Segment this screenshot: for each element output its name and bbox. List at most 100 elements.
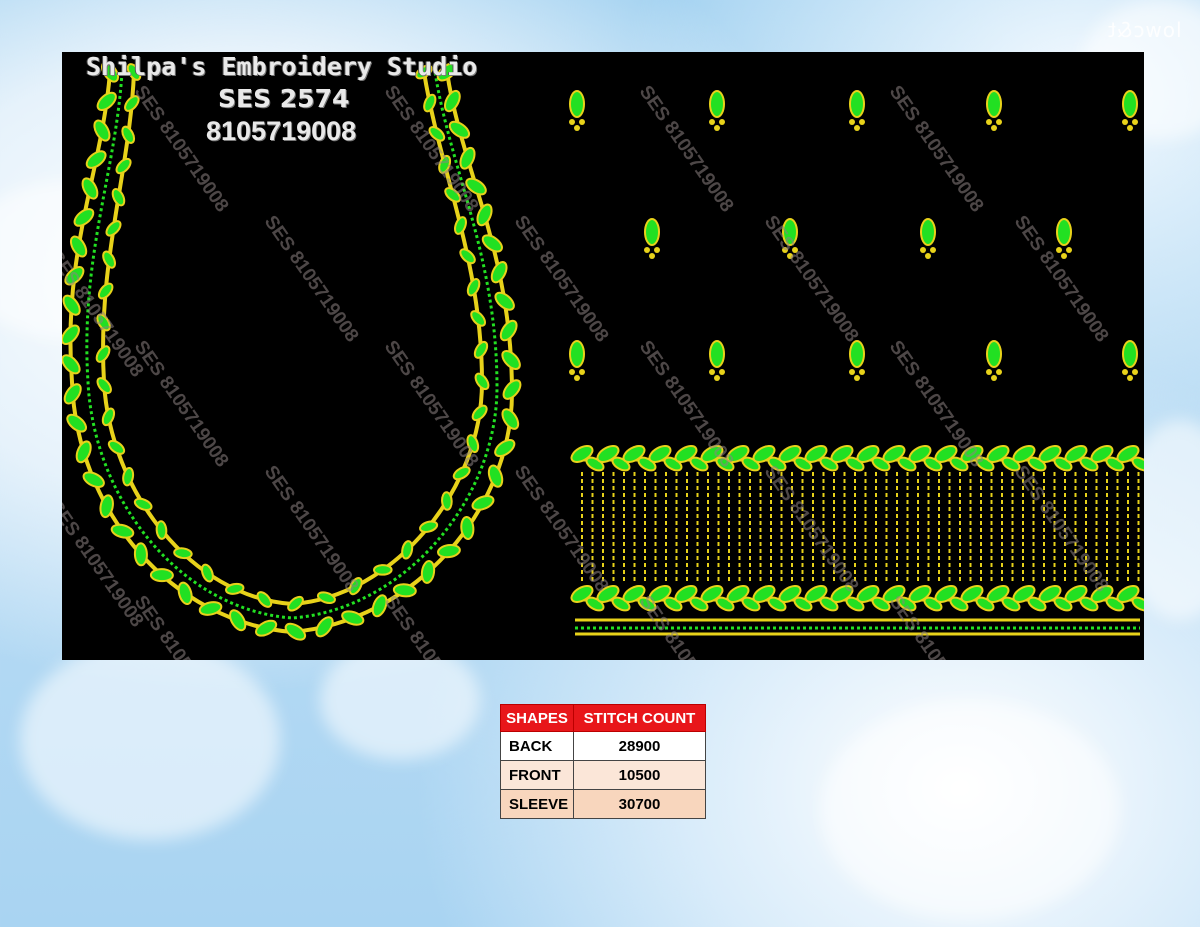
leaf-motif	[255, 619, 278, 637]
butta-dot	[1132, 119, 1138, 125]
leaf-motif	[473, 340, 489, 359]
leaf-motif	[75, 440, 92, 464]
design-code: SES 2574	[218, 84, 350, 113]
leaf-motif	[470, 310, 487, 327]
butta-motif	[986, 340, 1002, 368]
butta-dot	[991, 375, 997, 381]
butta-dot	[1122, 369, 1128, 375]
butta-dot	[579, 369, 585, 375]
butta-dot	[709, 369, 715, 375]
butta-dot	[649, 253, 655, 259]
leaf-motif	[372, 564, 393, 576]
leaf-motif	[499, 319, 518, 342]
leaf-motif	[133, 497, 153, 511]
butta-motif	[849, 340, 865, 368]
butta-dot	[854, 375, 860, 381]
butta-motif	[569, 340, 585, 368]
butta-motif	[920, 218, 936, 246]
leaf-motif	[481, 234, 503, 253]
butta-dot	[719, 369, 725, 375]
leaf-motif	[474, 372, 490, 391]
leaf-motif	[420, 560, 436, 584]
leaf-motif	[63, 383, 82, 405]
leaf-motif	[341, 610, 365, 626]
butta-dot	[579, 119, 585, 125]
leaf-motif	[316, 591, 336, 605]
butta-motif	[1122, 90, 1138, 118]
leaf-motif	[85, 150, 107, 169]
butta-dot	[714, 375, 720, 381]
count-cell: 28900	[573, 731, 706, 761]
leaf-motif	[284, 622, 307, 641]
leaf-motif	[490, 261, 508, 284]
leaf-motif	[459, 146, 476, 170]
leaf-motif	[82, 471, 105, 488]
shape-cell: SLEEVE	[500, 789, 574, 819]
butta-dot	[719, 119, 725, 125]
leaf-motif	[173, 547, 193, 560]
leaf-motif	[419, 520, 439, 533]
butta-dot	[1061, 253, 1067, 259]
leaf-motif	[105, 220, 122, 237]
leaf-motif	[96, 377, 112, 395]
leaf-motif	[101, 407, 116, 427]
butta-dot	[920, 247, 926, 253]
butta-dot	[849, 119, 855, 125]
leaf-motif	[287, 595, 304, 612]
butta-dot	[849, 369, 855, 375]
leaf-motif	[487, 464, 504, 488]
leaf-motif	[155, 520, 168, 540]
leaf-motif	[502, 379, 522, 400]
leaf-motif	[121, 125, 136, 144]
butta-dot	[986, 369, 992, 375]
count-cell: 10500	[573, 760, 706, 790]
leaf-motif	[459, 248, 476, 265]
background-petal	[820, 700, 1120, 920]
leaf-motif	[256, 591, 273, 608]
leaf-motif	[471, 495, 495, 511]
butta-dot	[991, 125, 997, 131]
butta-dot	[859, 369, 865, 375]
leaf-motif	[229, 609, 247, 632]
butta-dot	[654, 247, 660, 253]
leaf-motif	[133, 542, 148, 567]
leaf-motif	[69, 235, 88, 258]
leaf-motif	[441, 491, 453, 511]
leaf-motif	[501, 408, 520, 430]
leaf-motif	[437, 543, 461, 559]
shape-cell: BACK	[500, 731, 574, 761]
leaf-motif	[73, 208, 95, 227]
leaf-motif	[110, 523, 135, 539]
table-row: SLEEVE 30700	[500, 789, 706, 819]
leaf-motif	[494, 291, 515, 311]
butta-dot	[569, 119, 575, 125]
table-header-row: SHAPES STITCH COUNT	[500, 704, 706, 732]
column-header-stitch-count: STITCH COUNT	[573, 704, 706, 732]
butta-dot	[644, 247, 650, 253]
butta-dot	[569, 369, 575, 375]
leaf-motif	[471, 404, 488, 422]
leaf-motif	[501, 349, 521, 370]
count-cell: 30700	[573, 789, 706, 819]
butta-motif	[986, 90, 1002, 118]
leaf-motif	[443, 89, 461, 113]
leaf-motif	[107, 439, 126, 455]
table-row: BACK 28900	[500, 731, 706, 761]
leaf-motif	[177, 581, 193, 606]
leaf-motif	[200, 563, 214, 583]
butta-dot	[930, 247, 936, 253]
leaf-motif	[115, 157, 132, 175]
butta-dot	[859, 119, 865, 125]
phone-number: 8105719008	[206, 116, 357, 146]
butta-dot	[854, 125, 860, 131]
corner-logo: lowc&t	[1107, 18, 1182, 42]
leaf-motif	[102, 250, 117, 269]
leaf-motif	[453, 216, 467, 235]
shape-cell: FRONT	[500, 760, 574, 790]
butta-dot	[996, 119, 1002, 125]
leaf-motif	[494, 439, 516, 458]
butta-dot	[1122, 119, 1128, 125]
embroidery-design-preview: SES 8105719008 SES 8105719008 SES 81057190…	[62, 52, 1144, 660]
butta-dot	[1066, 247, 1072, 253]
butta-motif	[709, 90, 725, 118]
